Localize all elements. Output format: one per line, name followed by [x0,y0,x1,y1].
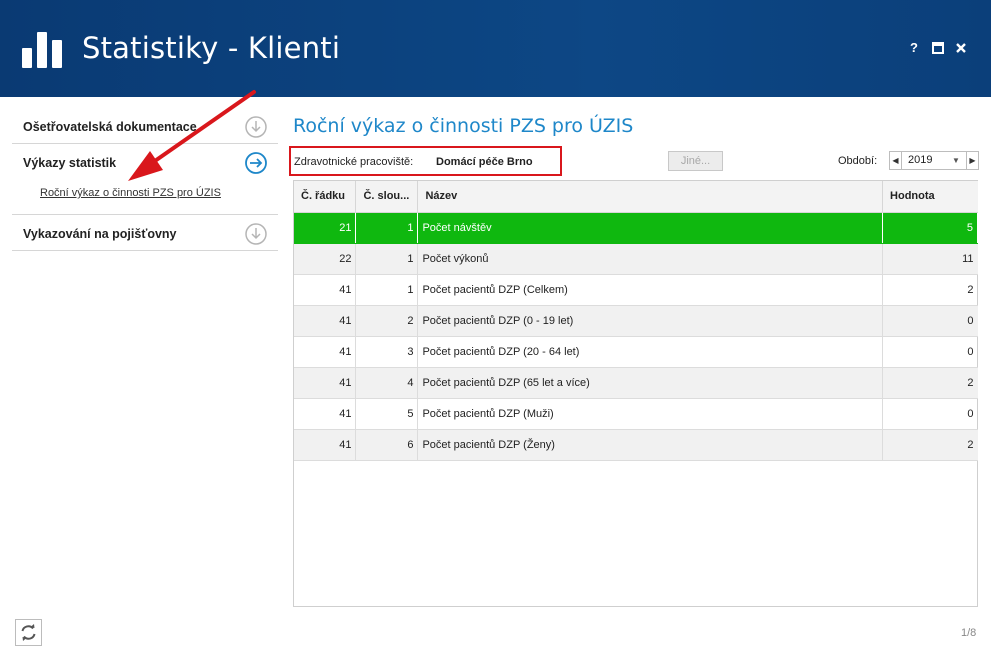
name-cell: Počet pacientů DZP (Muži) [417,398,884,430]
value-cell: 2 [882,367,978,399]
refresh-button[interactable] [15,619,42,646]
row-number-cell: 21 [294,212,357,244]
row-number-cell: 41 [294,274,357,306]
name-cell: Počet pacientů DZP (20 - 64 let) [417,336,884,368]
name-cell: Počet pacientů DZP (65 let a více) [417,367,884,399]
page-title: Roční výkaz o činnosti PZS pro ÚZIS [293,115,634,137]
table-row[interactable]: 22 1 Počet výkonů 11 [294,243,978,275]
value-cell: 11 [882,243,978,275]
title-bar: Statistiky - Klienti ? [0,0,991,97]
sidebar-item-label: Vykazování na pojišťovny [23,227,177,241]
value-cell: 0 [882,398,978,430]
workplace-label: Zdravotnické pracoviště: [294,156,414,168]
row-number-cell: 41 [294,336,357,368]
table-row[interactable]: 21 1 Počet návštěv 5 [294,212,978,244]
report-table[interactable]: Č. řádku Č. slou... Název Hodnota 21 1 P… [293,180,978,607]
table-row[interactable]: 41 4 Počet pacientů DZP (65 let a více) … [294,367,978,399]
sidebar-item-osetrovatelska-dokumentace[interactable]: Ošetřovatelská dokumentace [12,108,278,144]
column-number-cell: 2 [355,305,419,337]
statistics-logo-icon [22,22,66,68]
maximize-icon [932,42,944,54]
table-row[interactable]: 41 1 Počet pacientů DZP (Celkem) 2 [294,274,978,306]
name-cell: Počet výkonů [417,243,884,275]
period-selector[interactable]: ◀ 2019 ▼ ▶ [889,151,979,170]
column-number-cell: 1 [355,274,419,306]
name-cell: Počet pacientů DZP (0 - 19 let) [417,305,884,337]
help-button[interactable]: ? [906,40,922,56]
workplace-value[interactable]: Domácí péče Brno [436,156,533,168]
column-number-cell: 1 [355,212,419,244]
maximize-button[interactable] [930,40,946,56]
row-number-cell: 41 [294,429,357,461]
name-cell: Počet pacientů DZP (Ženy) [417,429,884,461]
column-number-cell: 3 [355,336,419,368]
sidebar-item-vykazy-statistik[interactable]: Výkazy statistik Roční výkaz o činnosti … [12,144,278,215]
col-header-column-number[interactable]: Č. slou... [355,181,419,213]
arrow-right-circle-icon[interactable] [245,152,267,174]
period-year[interactable]: 2019 [908,154,932,166]
value-cell: 0 [882,336,978,368]
col-header-row-number[interactable]: Č. řádku [294,181,357,213]
col-header-name[interactable]: Název [417,181,884,213]
row-number-cell: 41 [294,367,357,399]
table-row[interactable]: 41 6 Počet pacientů DZP (Ženy) 2 [294,429,978,461]
workplace-filter: Zdravotnické pracoviště: Domácí péče Brn… [289,146,562,176]
sidebar-sub-link-rocni-vykaz[interactable]: Roční výkaz o činnosti PZS pro ÚZIS [40,187,221,199]
sidebar-item-label: Ošetřovatelská dokumentace [23,120,197,134]
refresh-icon [21,624,36,641]
period-label: Období: [838,155,878,167]
table-row[interactable]: 41 2 Počet pacientů DZP (0 - 19 let) 0 [294,305,978,337]
name-cell: Počet pacientů DZP (Celkem) [417,274,884,306]
value-cell: 5 [882,212,978,244]
close-button[interactable] [953,40,969,56]
app-title: Statistiky - Klienti [82,31,341,65]
table-row[interactable]: 41 3 Počet pacientů DZP (20 - 64 let) 0 [294,336,978,368]
period-prev-button[interactable]: ◀ [890,152,902,169]
sidebar-item-vykazovani-na-pojistovny[interactable]: Vykazování na pojišťovny [12,215,278,251]
sidebar-item-label: Výkazy statistik [23,156,117,170]
col-header-value[interactable]: Hodnota [882,181,978,213]
row-number-cell: 41 [294,305,357,337]
period-next-button[interactable]: ▶ [966,152,978,169]
other-workplace-button[interactable]: Jiné... [668,151,723,171]
chevron-down-icon[interactable]: ▼ [952,152,960,169]
row-number-cell: 41 [294,398,357,430]
table-row[interactable]: 41 5 Počet pacientů DZP (Muži) 0 [294,398,978,430]
row-number-cell: 22 [294,243,357,275]
value-cell: 2 [882,429,978,461]
column-number-cell: 6 [355,429,419,461]
column-number-cell: 4 [355,367,419,399]
value-cell: 2 [882,274,978,306]
arrow-down-circle-icon[interactable] [245,223,267,245]
page-indicator: 1/8 [961,627,977,639]
column-number-cell: 5 [355,398,419,430]
value-cell: 0 [882,305,978,337]
close-icon [956,43,966,53]
sidebar: Ošetřovatelská dokumentace Výkazy statis… [12,108,278,251]
column-number-cell: 1 [355,243,419,275]
arrow-down-circle-icon[interactable] [245,116,267,138]
name-cell: Počet návštěv [417,212,884,244]
